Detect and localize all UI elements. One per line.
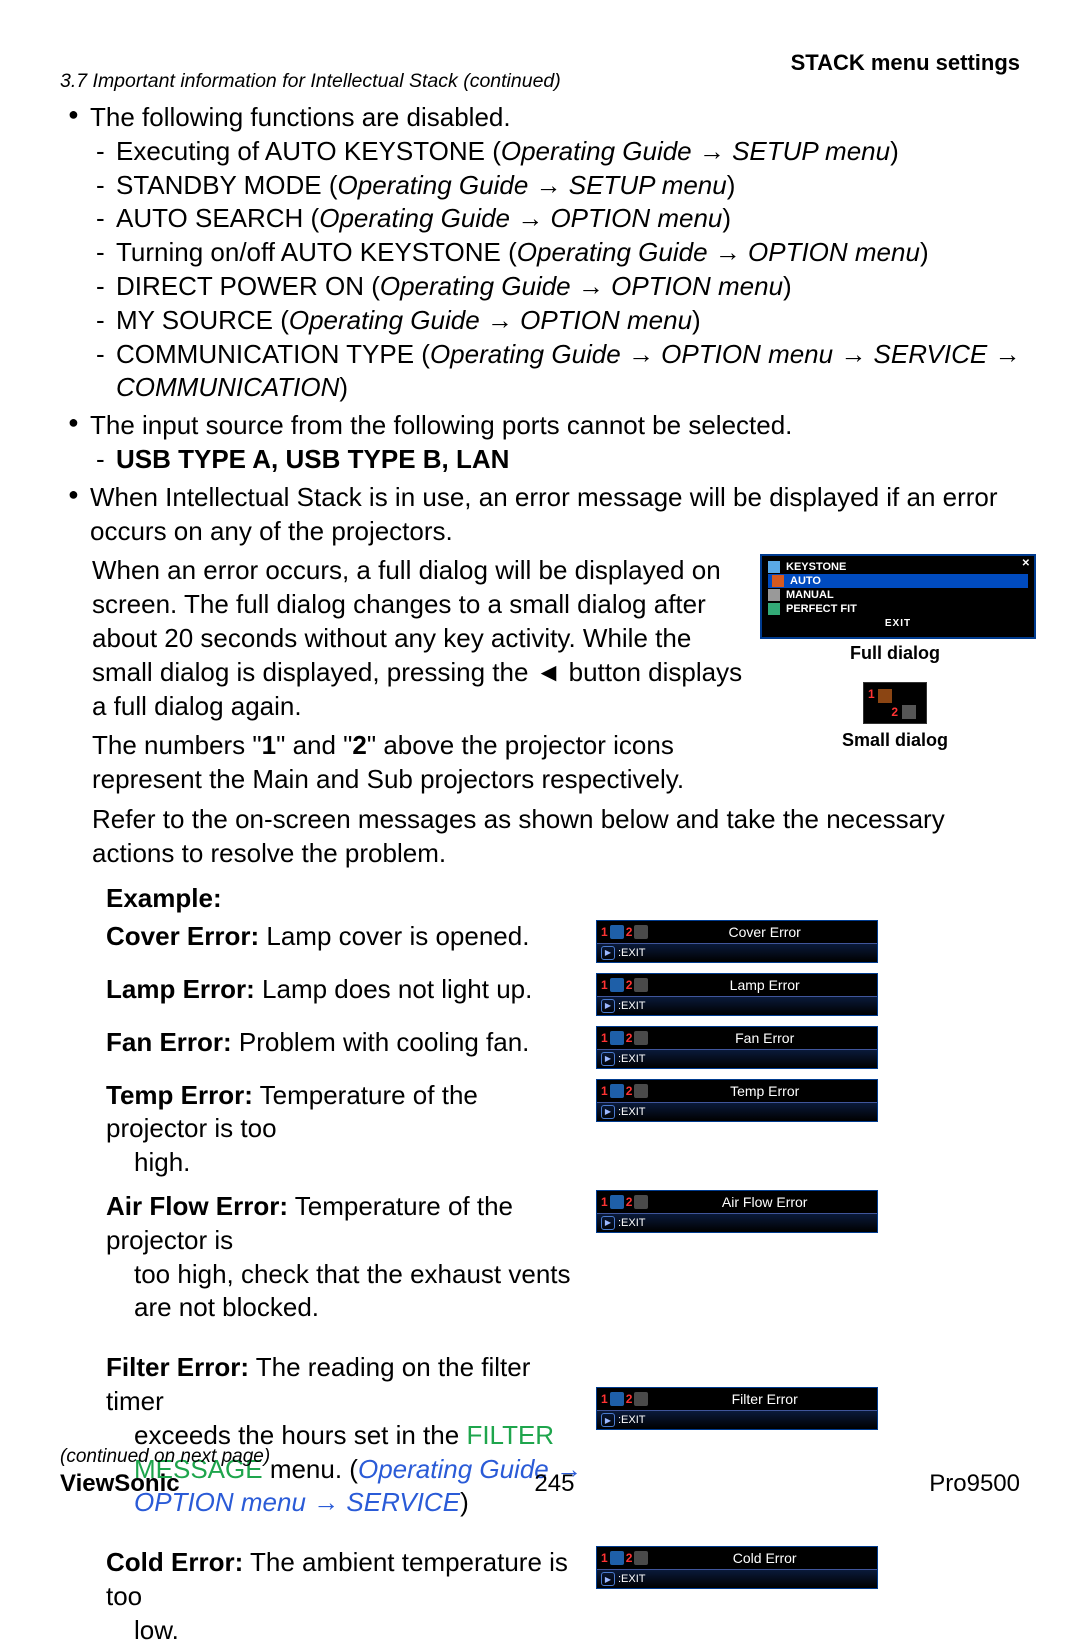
full-dialog-graphic: ✕ KEYSTONE AUTO MANUAL PERFECT FIT EXIT xyxy=(760,554,1036,639)
error-description: Cover Error: Lamp cover is opened. xyxy=(106,920,596,954)
error-dialog-graphic: 12Fan Error:EXIT xyxy=(596,1026,878,1069)
play-icon xyxy=(601,999,615,1013)
error-dialog-message: Cover Error xyxy=(652,924,877,940)
error-example-row: Cold Error: The ambient temperature is t… xyxy=(106,1546,1030,1647)
play-icon xyxy=(601,1572,615,1586)
disabled-function-item: COMMUNICATION TYPE (Operating Guide → OP… xyxy=(90,338,1030,406)
error-example-row: Lamp Error: Lamp does not light up.12Lam… xyxy=(106,973,1030,1016)
error-description: Lamp Error: Lamp does not light up. xyxy=(106,973,596,1007)
bullet-error-message: When Intellectual Stack is in use, an er… xyxy=(68,481,1030,549)
exit-label: :EXIT xyxy=(618,1053,646,1065)
small-dialog-label: Small dialog xyxy=(760,730,1030,751)
example-heading: Example: xyxy=(106,883,1030,914)
example-block: Example: Cover Error: Lamp cover is open… xyxy=(106,883,1030,1647)
error-dialog-message: Fan Error xyxy=(652,1030,877,1046)
footer-brand: ViewSonic xyxy=(60,1470,180,1498)
error-intro: When Intellectual Stack is in use, an er… xyxy=(90,482,998,546)
error-dialog-graphic: 12Cold Error:EXIT xyxy=(596,1546,878,1589)
disabled-function-item: Executing of AUTO KEYSTONE (Operating Gu… xyxy=(90,135,1030,169)
error-dialog-graphic: 12Cover Error:EXIT xyxy=(596,920,878,963)
refer-paragraph: Refer to the on-screen messages as shown… xyxy=(92,803,1030,871)
exit-label: :EXIT xyxy=(618,1000,646,1012)
error-dialog-message: Air Flow Error xyxy=(652,1194,877,1210)
continued-note: (continued on next page) xyxy=(60,1446,270,1468)
error-dialog-graphic: 12Lamp Error:EXIT xyxy=(596,973,878,1016)
footer-model: Pro9500 xyxy=(929,1470,1020,1498)
error-example-row: Cover Error: Lamp cover is opened.12Cove… xyxy=(106,920,1030,963)
error-dialog-message: Cold Error xyxy=(652,1550,877,1566)
bullet-disabled-functions: The following functions are disabled. Ex… xyxy=(68,101,1030,405)
error-description: Air Flow Error: Temperature of the proje… xyxy=(106,1190,596,1325)
exit-label: :EXIT xyxy=(618,947,646,959)
exit-label: :EXIT xyxy=(618,1414,646,1426)
error-dialog-message: Temp Error xyxy=(652,1083,877,1099)
error-description: Fan Error: Problem with cooling fan. xyxy=(106,1026,596,1060)
exit-label: :EXIT xyxy=(618,1573,646,1585)
play-icon xyxy=(601,1052,615,1066)
disabled-function-item: Turning on/off AUTO KEYSTONE (Operating … xyxy=(90,236,1030,270)
disabled-function-item: STANDBY MODE (Operating Guide → SETUP me… xyxy=(90,169,1030,203)
error-description: Temp Error: Temperature of the projector… xyxy=(106,1079,596,1180)
exit-label: :EXIT xyxy=(618,1106,646,1118)
play-icon xyxy=(601,1413,615,1427)
disabled-function-item: AUTO SEARCH (Operating Guide → OPTION me… xyxy=(90,202,1030,236)
bold-ports-line: USB TYPE A, USB TYPE B, LAN xyxy=(90,443,1030,477)
error-dialog-graphic: 12Air Flow Error:EXIT xyxy=(596,1190,878,1233)
play-icon xyxy=(601,946,615,960)
error-dialog-message: Filter Error xyxy=(652,1391,877,1407)
bullet-input-ports: The input source from the following port… xyxy=(68,409,1030,477)
error-example-row: Air Flow Error: Temperature of the proje… xyxy=(106,1190,1030,1325)
error-description: Cold Error: The ambient temperature is t… xyxy=(106,1546,596,1647)
play-icon xyxy=(601,1105,615,1119)
header-section: STACK menu settings xyxy=(791,50,1020,76)
exit-label: :EXIT xyxy=(618,1217,646,1229)
error-dialog-graphic: 12Filter Error:EXIT xyxy=(596,1387,878,1430)
error-example-row: Temp Error: Temperature of the projector… xyxy=(106,1079,1030,1180)
page-number: 245 xyxy=(534,1470,574,1498)
disabled-function-item: DIRECT POWER ON (Operating Guide → OPTIO… xyxy=(90,270,1030,304)
close-icon: ✕ xyxy=(1022,558,1030,569)
small-dialog-graphic: 1 2 xyxy=(863,682,927,724)
error-dialog-graphic: 12Temp Error:EXIT xyxy=(596,1079,878,1122)
disabled-function-item: MY SOURCE (Operating Guide → OPTION menu… xyxy=(90,304,1030,338)
bullet-intro: The input source from the following port… xyxy=(90,410,792,440)
full-dialog-label: Full dialog xyxy=(760,643,1030,664)
bullet-intro: The following functions are disabled. xyxy=(90,102,511,132)
error-example-row: Fan Error: Problem with cooling fan.12Fa… xyxy=(106,1026,1030,1069)
play-icon xyxy=(601,1216,615,1230)
error-dialog-message: Lamp Error xyxy=(652,977,877,993)
page-footer: (continued on next page) ViewSonic 245 P… xyxy=(60,1470,1020,1498)
dialog-illustrations: ✕ KEYSTONE AUTO MANUAL PERFECT FIT EXIT … xyxy=(760,554,1030,751)
